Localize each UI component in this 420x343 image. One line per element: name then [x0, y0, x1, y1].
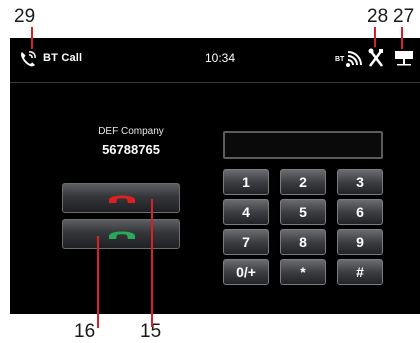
callout-line-27: [401, 27, 403, 49]
key-8[interactable]: 8: [280, 229, 326, 255]
device-icon[interactable]: [393, 48, 415, 68]
key-0-plus[interactable]: 0/+: [223, 259, 269, 285]
callout-16: 16: [74, 321, 96, 342]
answer-button[interactable]: [62, 219, 180, 249]
dial-keypad: 1 2 3 4 5 6 7 8 9 0/+ * #: [213, 131, 389, 285]
key-1[interactable]: 1: [223, 169, 269, 195]
key-7[interactable]: 7: [223, 229, 269, 255]
answer-phone-icon: [109, 231, 135, 239]
tools-icon[interactable]: [367, 48, 385, 68]
callout-line-28: [374, 27, 376, 47]
key-3[interactable]: 3: [337, 169, 383, 195]
key-star[interactable]: *: [280, 259, 326, 285]
hangup-button[interactable]: [62, 183, 180, 213]
callout-line-15: [151, 199, 153, 327]
status-divider: [10, 82, 420, 83]
callout-line-16: [97, 236, 99, 328]
bt-label: BT: [335, 56, 345, 63]
clock: 10:34: [205, 51, 236, 65]
callout-27: 27: [393, 6, 415, 27]
head-unit-screen: BT Call 10:34 BT DEF Company 56788765 1 …: [10, 38, 420, 314]
bt-call-phone-icon[interactable]: [18, 49, 38, 69]
status-bar: BT Call 10:34 BT: [10, 38, 420, 82]
key-6[interactable]: 6: [337, 199, 383, 225]
contact-number: 56788765: [102, 142, 160, 157]
key-4[interactable]: 4: [223, 199, 269, 225]
bt-call-title: BT Call: [43, 52, 83, 64]
key-hash[interactable]: #: [337, 259, 383, 285]
callout-29: 29: [14, 6, 36, 27]
callout-28: 28: [367, 6, 389, 27]
key-5[interactable]: 5: [280, 199, 326, 225]
dial-number-display: [223, 131, 383, 159]
key-2[interactable]: 2: [280, 169, 326, 195]
callout-line-29: [31, 27, 33, 49]
bt-signal-icon: [346, 51, 362, 67]
hangup-phone-icon: [109, 195, 135, 203]
key-9[interactable]: 9: [337, 229, 383, 255]
contact-name: DEF Company: [98, 126, 164, 137]
